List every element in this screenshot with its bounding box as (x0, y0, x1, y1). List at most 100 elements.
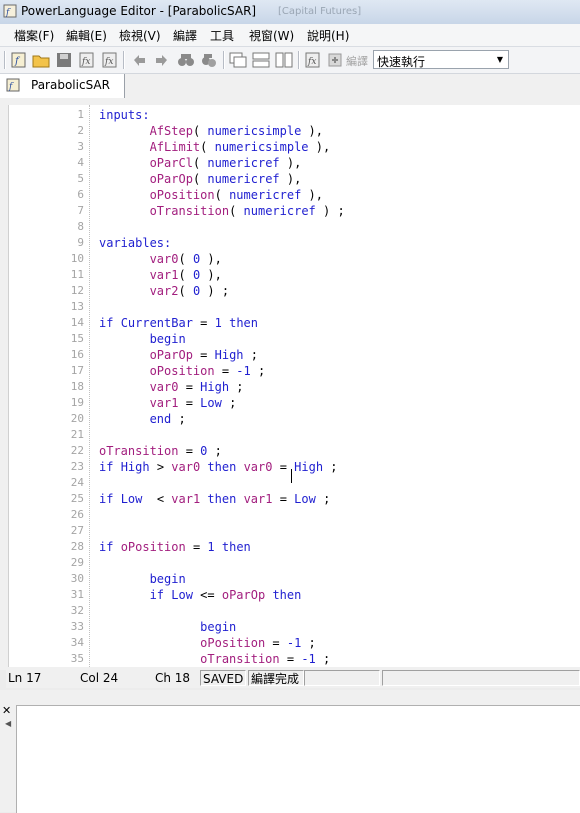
save-all-icon[interactable]: fx (101, 51, 119, 69)
tile-vertical-icon[interactable] (275, 51, 293, 69)
code-text: oParOp( numericref ), (149, 172, 302, 186)
code-line[interactable]: 30 begin (9, 571, 580, 587)
menu-help[interactable]: 說明(H) (305, 27, 351, 44)
output-panel[interactable] (16, 705, 580, 813)
line-number: 6 (77, 188, 84, 201)
line-number: 13 (70, 300, 84, 313)
status-char: Ch 18 (155, 671, 191, 685)
line-number: 20 (70, 412, 84, 425)
find-icon[interactable] (177, 51, 195, 69)
code-line[interactable]: 16 oParOp = High ; (9, 347, 580, 363)
code-line[interactable]: 26 (9, 507, 580, 523)
redo-icon[interactable] (153, 51, 171, 69)
code-line[interactable]: 31 if Low <= oParOp then (9, 587, 580, 603)
status-column: Col 24 (80, 671, 119, 685)
status-bar: Ln 17 Col 24 Ch 18 SAVED 編譯完成 (6, 670, 580, 688)
code-text: var0 = High ; (149, 380, 244, 394)
toolbar-separator (123, 51, 125, 69)
line-number: 4 (77, 156, 84, 169)
line-number: 25 (70, 492, 84, 505)
menu-view[interactable]: 檢視(V) (117, 27, 163, 44)
toolbar-separator (223, 51, 225, 69)
line-number: 32 (70, 604, 84, 617)
code-line[interactable]: 18 var0 = High ; (9, 379, 580, 395)
code-line[interactable]: 6 oPosition( numericref ), (9, 187, 580, 203)
code-line[interactable]: 33 begin (9, 619, 580, 635)
code-line[interactable]: 19 var1 = Low ; (9, 395, 580, 411)
code-line[interactable]: 10 var0( 0 ), (9, 251, 580, 267)
line-number: 11 (70, 268, 84, 281)
status-empty-pane (382, 670, 580, 686)
code-line[interactable]: 13 (9, 299, 580, 315)
svg-text:fx: fx (81, 57, 90, 67)
pin-icon[interactable]: ◀ (5, 719, 11, 728)
window-title: PowerLanguage Editor - [ParabolicSAR] (21, 4, 257, 18)
compile-icon[interactable] (326, 51, 344, 69)
execution-mode-select[interactable]: 快速執行 ▼ (373, 50, 509, 69)
code-line[interactable]: 8 (9, 219, 580, 235)
code-text: AfLimit( numericsimple ), (149, 140, 331, 154)
cascade-windows-icon[interactable] (229, 51, 247, 69)
menu-compile[interactable]: 編譯 (171, 27, 199, 44)
code-editor[interactable]: 1 inputs: 2 AfStep( numericsimple ), 3 AfLi… (8, 105, 580, 667)
compile-study-icon[interactable]: fx (304, 51, 322, 69)
code-line[interactable]: 14 if CurrentBar = 1 then (9, 315, 580, 331)
code-line[interactable]: 32 (9, 603, 580, 619)
open-folder-icon[interactable] (32, 51, 50, 69)
code-line[interactable]: 9 variables: (9, 235, 580, 251)
find-replace-icon[interactable] (200, 51, 218, 69)
code-line[interactable]: 2 AfStep( numericsimple ), (9, 123, 580, 139)
menu-edit[interactable]: 編輯(E) (64, 27, 109, 44)
code-line[interactable]: 21 (9, 427, 580, 443)
code-line[interactable]: 29 (9, 555, 580, 571)
code-line[interactable]: 25 if Low < var1 then var1 = Low ; (9, 491, 580, 507)
code-line[interactable]: 24 (9, 475, 580, 491)
code-line[interactable]: 12 var2( 0 ) ; (9, 283, 580, 299)
menu-file[interactable]: 檔案(F) (12, 27, 56, 44)
line-number: 17 (70, 364, 84, 377)
toolbar-separator (298, 51, 300, 69)
save-study-icon[interactable]: fx (78, 51, 96, 69)
code-text: oTransition = 0 ; (99, 444, 222, 458)
undo-icon[interactable] (130, 51, 148, 69)
compile-label[interactable]: 編譯 (346, 53, 368, 69)
code-line[interactable]: 3 AfLimit( numericsimple ), (9, 139, 580, 155)
code-text: oPosition( numericref ), (149, 188, 323, 202)
menu-window[interactable]: 視窗(W) (247, 27, 296, 44)
execution-mode-value: 快速執行 (377, 55, 426, 69)
code-text: oParCl( numericref ), (149, 156, 302, 170)
code-line[interactable]: 20 end ; (9, 411, 580, 427)
code-line[interactable]: 7 oTransition( numericref ) ; (9, 203, 580, 219)
code-line[interactable]: 11 var1( 0 ), (9, 267, 580, 283)
code-text: oParOp = High ; (149, 348, 258, 362)
code-line[interactable]: 1 inputs: (9, 107, 580, 123)
line-number: 18 (70, 380, 84, 393)
code-text: oPosition = -1 ; (200, 636, 316, 650)
dropdown-arrow-icon[interactable]: ▼ (492, 51, 508, 68)
close-icon[interactable]: ✕ (2, 704, 11, 717)
code-line[interactable]: 17 oPosition = -1 ; (9, 363, 580, 379)
code-text: begin (149, 332, 186, 346)
code-line[interactable]: 27 (9, 523, 580, 539)
code-text: var0( 0 ), (149, 252, 222, 266)
code-line[interactable]: 5 oParOp( numericref ), (9, 171, 580, 187)
code-line[interactable]: 35 oTransition = -1 ; (9, 651, 580, 667)
code-line[interactable]: 4 oParCl( numericref ), (9, 155, 580, 171)
line-number: 31 (70, 588, 84, 601)
save-icon[interactable] (55, 51, 73, 69)
status-compile: 編譯完成 (248, 670, 304, 686)
code-line[interactable]: 34 oPosition = -1 ; (9, 635, 580, 651)
tile-horizontal-icon[interactable] (252, 51, 270, 69)
new-study-icon[interactable]: f (10, 51, 28, 69)
code-line[interactable]: 22 oTransition = 0 ; (9, 443, 580, 459)
code-line[interactable]: 28 if oPosition = 1 then (9, 539, 580, 555)
line-number: 12 (70, 284, 84, 297)
window-title-ghost: [Capital Futures] (278, 6, 362, 17)
code-line[interactable]: 23 if High > var0 then var0 = High ; (9, 459, 580, 475)
tab-parabolicsar[interactable]: f ParabolicSAR (0, 74, 125, 98)
menu-tools[interactable]: 工具 (208, 27, 236, 44)
code-line[interactable]: 15 begin (9, 331, 580, 347)
line-number: 3 (77, 140, 84, 153)
line-number: 30 (70, 572, 84, 585)
code-text: oTransition( numericref ) ; (149, 204, 345, 218)
